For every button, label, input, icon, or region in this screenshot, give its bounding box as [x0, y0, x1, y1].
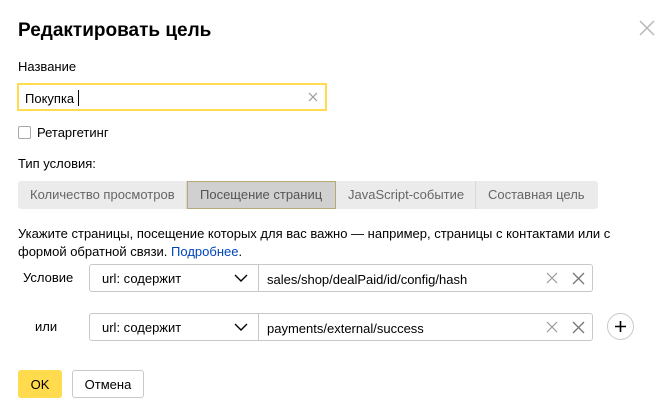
remove-condition-button[interactable] — [565, 313, 593, 341]
clear-icon[interactable] — [546, 321, 558, 333]
condition-label: Условие — [23, 270, 74, 285]
remove-condition-button[interactable] — [565, 264, 593, 292]
condition-value-input[interactable] — [267, 319, 537, 337]
dialog-title: Редактировать цель — [18, 20, 212, 41]
chevron-down-icon — [234, 274, 248, 282]
close-icon — [639, 20, 655, 36]
clear-icon[interactable] — [306, 90, 320, 104]
tab-javascript-event[interactable]: JavaScript-событие — [336, 181, 476, 209]
condition-value-field — [258, 313, 566, 341]
condition-operator-value: url: содержит — [102, 271, 182, 286]
tab-page-visits[interactable]: Посещение страниц — [187, 181, 336, 209]
name-input[interactable] — [25, 89, 295, 107]
condition-value-input[interactable] — [267, 270, 537, 288]
name-label: Название — [18, 59, 77, 74]
more-link[interactable]: Подробнее — [171, 244, 238, 259]
retargeting-label: Ретаргетинг — [37, 125, 109, 140]
retargeting-checkbox[interactable] — [18, 126, 31, 139]
clear-icon[interactable] — [546, 272, 558, 284]
ok-button[interactable]: OK — [18, 370, 62, 398]
tab-page-views[interactable]: Количество просмотров — [18, 181, 187, 209]
name-field — [17, 83, 327, 111]
description: Укажите страницы, посещение которых для … — [18, 226, 611, 259]
condition-operator-select[interactable]: url: содержит — [89, 313, 259, 341]
or-label: или — [35, 319, 58, 334]
condition-type-label: Тип условия: — [18, 156, 96, 171]
condition-operator-select[interactable]: url: содержит — [89, 264, 259, 292]
text-caret — [78, 90, 79, 106]
tab-composite-goal[interactable]: Составная цель — [476, 181, 598, 209]
close-icon — [572, 272, 585, 285]
close-icon — [572, 321, 585, 334]
condition-type-switch: Количество просмотров Посещение страниц … — [18, 181, 598, 209]
condition-operator-value: url: содержит — [102, 320, 182, 335]
add-condition-button[interactable] — [607, 313, 634, 340]
chevron-down-icon — [234, 323, 248, 331]
description-text: Укажите страницы, посещение которых для … — [18, 226, 611, 259]
cancel-button[interactable]: Отмена — [72, 370, 144, 398]
condition-value-field — [258, 264, 566, 292]
plus-icon — [615, 321, 626, 332]
close-button[interactable] — [636, 17, 658, 39]
